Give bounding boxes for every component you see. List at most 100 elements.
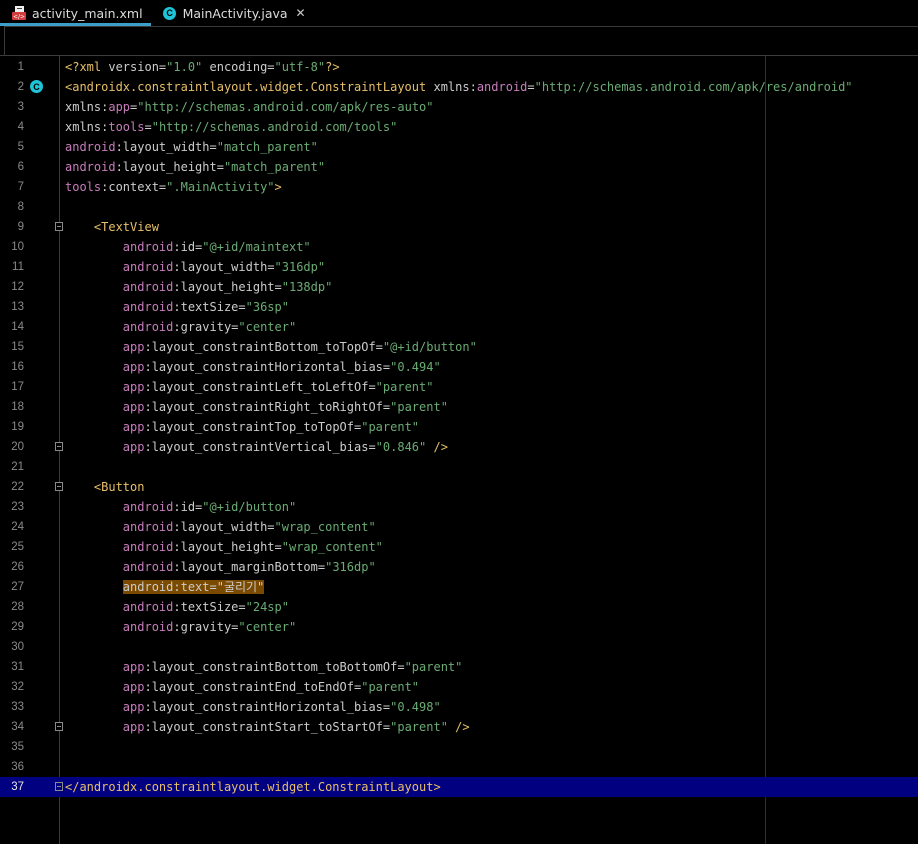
line-number: 16 <box>11 361 24 373</box>
line-number: 17 <box>11 381 24 393</box>
code-line[interactable]: 19 app:layout_constraintTop_toTopOf="par… <box>0 417 918 437</box>
code-token: = <box>144 120 152 134</box>
code-line[interactable]: 15 app:layout_constraintBottom_toTopOf="… <box>0 337 918 357</box>
code-token: android <box>122 520 174 534</box>
code-line[interactable]: 32 app:layout_constraintEnd_toEndOf="par… <box>0 677 918 697</box>
code-token: :layout_constraintVertical_bias= <box>144 440 376 454</box>
code-line[interactable]: 18 app:layout_constraintRight_toRightOf=… <box>0 397 918 417</box>
fold-marker-icon[interactable] <box>55 442 63 451</box>
code-line[interactable]: 17 app:layout_constraintLeft_toLeftOf="p… <box>0 377 918 397</box>
code-editor[interactable]: 1 <?xml version="1.0" encoding="utf-8"?> 2… <box>0 55 918 844</box>
editor-breadcrumb-strip <box>4 26 918 55</box>
code-line[interactable]: 21 <box>0 457 918 477</box>
code-line[interactable]: 30 <box>0 637 918 657</box>
line-number: 27 <box>11 581 24 593</box>
code-line[interactable]: 9 <TextView <box>0 217 918 237</box>
code-line[interactable]: 27 android:text="굴리기" <box>0 577 918 597</box>
code-token: app <box>122 700 145 714</box>
code-line[interactable]: 10 android:id="@+id/maintext" <box>0 237 918 257</box>
line-number: 26 <box>11 561 24 573</box>
code-line[interactable]: 1 <?xml version="1.0" encoding="utf-8"?> <box>0 57 918 77</box>
close-icon[interactable]: ✕ <box>296 6 306 20</box>
code-token: :layout_marginBottom= <box>173 560 326 574</box>
code-token: "parent" <box>375 380 434 394</box>
code-line[interactable]: 20 app:layout_constraintVertical_bias="0… <box>0 437 918 457</box>
code-line[interactable]: 16 app:layout_constraintHorizontal_bias=… <box>0 357 918 377</box>
code-token: "36sp" <box>245 300 289 314</box>
code-line[interactable]: 23 android:id="@+id/button" <box>0 497 918 517</box>
tab-main-activity-java[interactable]: C MainActivity.java ✕ <box>151 0 314 26</box>
code-text: app:layout_constraintRight_toRightOf="pa… <box>65 397 448 417</box>
code-line[interactable]: 29 android:gravity="center" <box>0 617 918 637</box>
fold-marker-icon[interactable] <box>55 782 63 791</box>
code-line[interactable]: 26 android:layout_marginBottom="316dp" <box>0 557 918 577</box>
line-number: 30 <box>11 641 24 653</box>
code-line[interactable]: 7 tools:context=".MainActivity"> <box>0 177 918 197</box>
code-token: <androidx.constraintlayout.widget.Constr… <box>65 80 434 94</box>
code-token: app <box>122 660 145 674</box>
code-token: "0.498" <box>390 700 441 714</box>
code-line[interactable]: 8 <box>0 197 918 217</box>
code-line[interactable]: 12 android:layout_height="138dp" <box>0 277 918 297</box>
code-token: :gravity= <box>173 320 239 334</box>
code-line[interactable]: 11 android:layout_width="316dp" <box>0 257 918 277</box>
fold-marker-icon[interactable] <box>55 482 63 491</box>
code-line[interactable]: 34 app:layout_constraintStart_toStartOf=… <box>0 717 918 737</box>
code-line[interactable]: 5 android:layout_width="match_parent" <box>0 137 918 157</box>
code-line[interactable]: 24 android:layout_width="wrap_content" <box>0 517 918 537</box>
code-line[interactable]: 36 <box>0 757 918 777</box>
code-token: :layout_constraintTop_toTopOf= <box>144 420 362 434</box>
code-line[interactable]: 22 <Button <box>0 477 918 497</box>
line-number: 32 <box>11 681 24 693</box>
code-line[interactable]: 2 C <androidx.constraintlayout.widget.Cons… <box>0 77 918 97</box>
line-number: 13 <box>11 301 24 313</box>
code-line[interactable]: 33 app:layout_constraintHorizontal_bias=… <box>0 697 918 717</box>
code-line[interactable]: 4 xmlns:tools="http://schemas.android.com… <box>0 117 918 137</box>
line-number: 12 <box>11 281 24 293</box>
tab-activity-main-xml[interactable]: </> activity_main.xml <box>0 0 151 26</box>
code-token: tools <box>65 180 102 194</box>
code-token: /> <box>426 440 448 454</box>
java-class-icon: C <box>163 6 177 20</box>
code-line[interactable]: 35 <box>0 737 918 757</box>
code-line[interactable]: 13 android:textSize="36sp" <box>0 297 918 317</box>
code-token: "@+id/button" <box>202 500 297 514</box>
fold-marker-icon[interactable] <box>55 222 63 231</box>
code-line[interactable]: 14 android:gravity="center" <box>0 317 918 337</box>
related-class-icon[interactable]: C <box>30 80 43 93</box>
code-line[interactable]: 3 xmlns:app="http://schemas.android.com/a… <box>0 97 918 117</box>
code-token: app <box>122 380 145 394</box>
code-line[interactable]: 31 app:layout_constraintBottom_toBottomO… <box>0 657 918 677</box>
code-token: "match_parent" <box>223 160 326 174</box>
line-number: 34 <box>11 721 24 733</box>
svg-text:</>: </> <box>13 14 25 21</box>
code-token: android <box>122 600 174 614</box>
line-number: 9 <box>17 221 24 233</box>
line-number: 15 <box>11 341 24 353</box>
code-line[interactable]: 37 </androidx.constraintlayout.widget.Con… <box>0 777 918 797</box>
code-token: app <box>122 720 145 734</box>
line-number: 37 <box>11 781 24 793</box>
code-text: android:text="굴리기" <box>65 577 265 597</box>
editor-tab-bar: </> activity_main.xml C MainActivity.jav… <box>0 0 918 26</box>
code-token: app <box>122 360 145 374</box>
code-token: = <box>527 80 535 94</box>
code-token: /> <box>447 720 470 734</box>
fold-marker-icon[interactable] <box>55 722 63 731</box>
code-line[interactable]: 6 android:layout_height="match_parent" <box>0 157 918 177</box>
code-line[interactable]: 28 android:textSize="24sp" <box>0 597 918 617</box>
line-number: 11 <box>12 261 24 273</box>
code-text: android:gravity="center" <box>65 317 296 337</box>
code-token: app <box>122 680 145 694</box>
code-token: android:text="굴리기" <box>122 580 265 594</box>
code-line[interactable]: 25 android:layout_height="wrap_content" <box>0 537 918 557</box>
code-token: "316dp" <box>325 560 376 574</box>
code-token: tools <box>108 120 145 134</box>
code-token: android <box>122 500 174 514</box>
